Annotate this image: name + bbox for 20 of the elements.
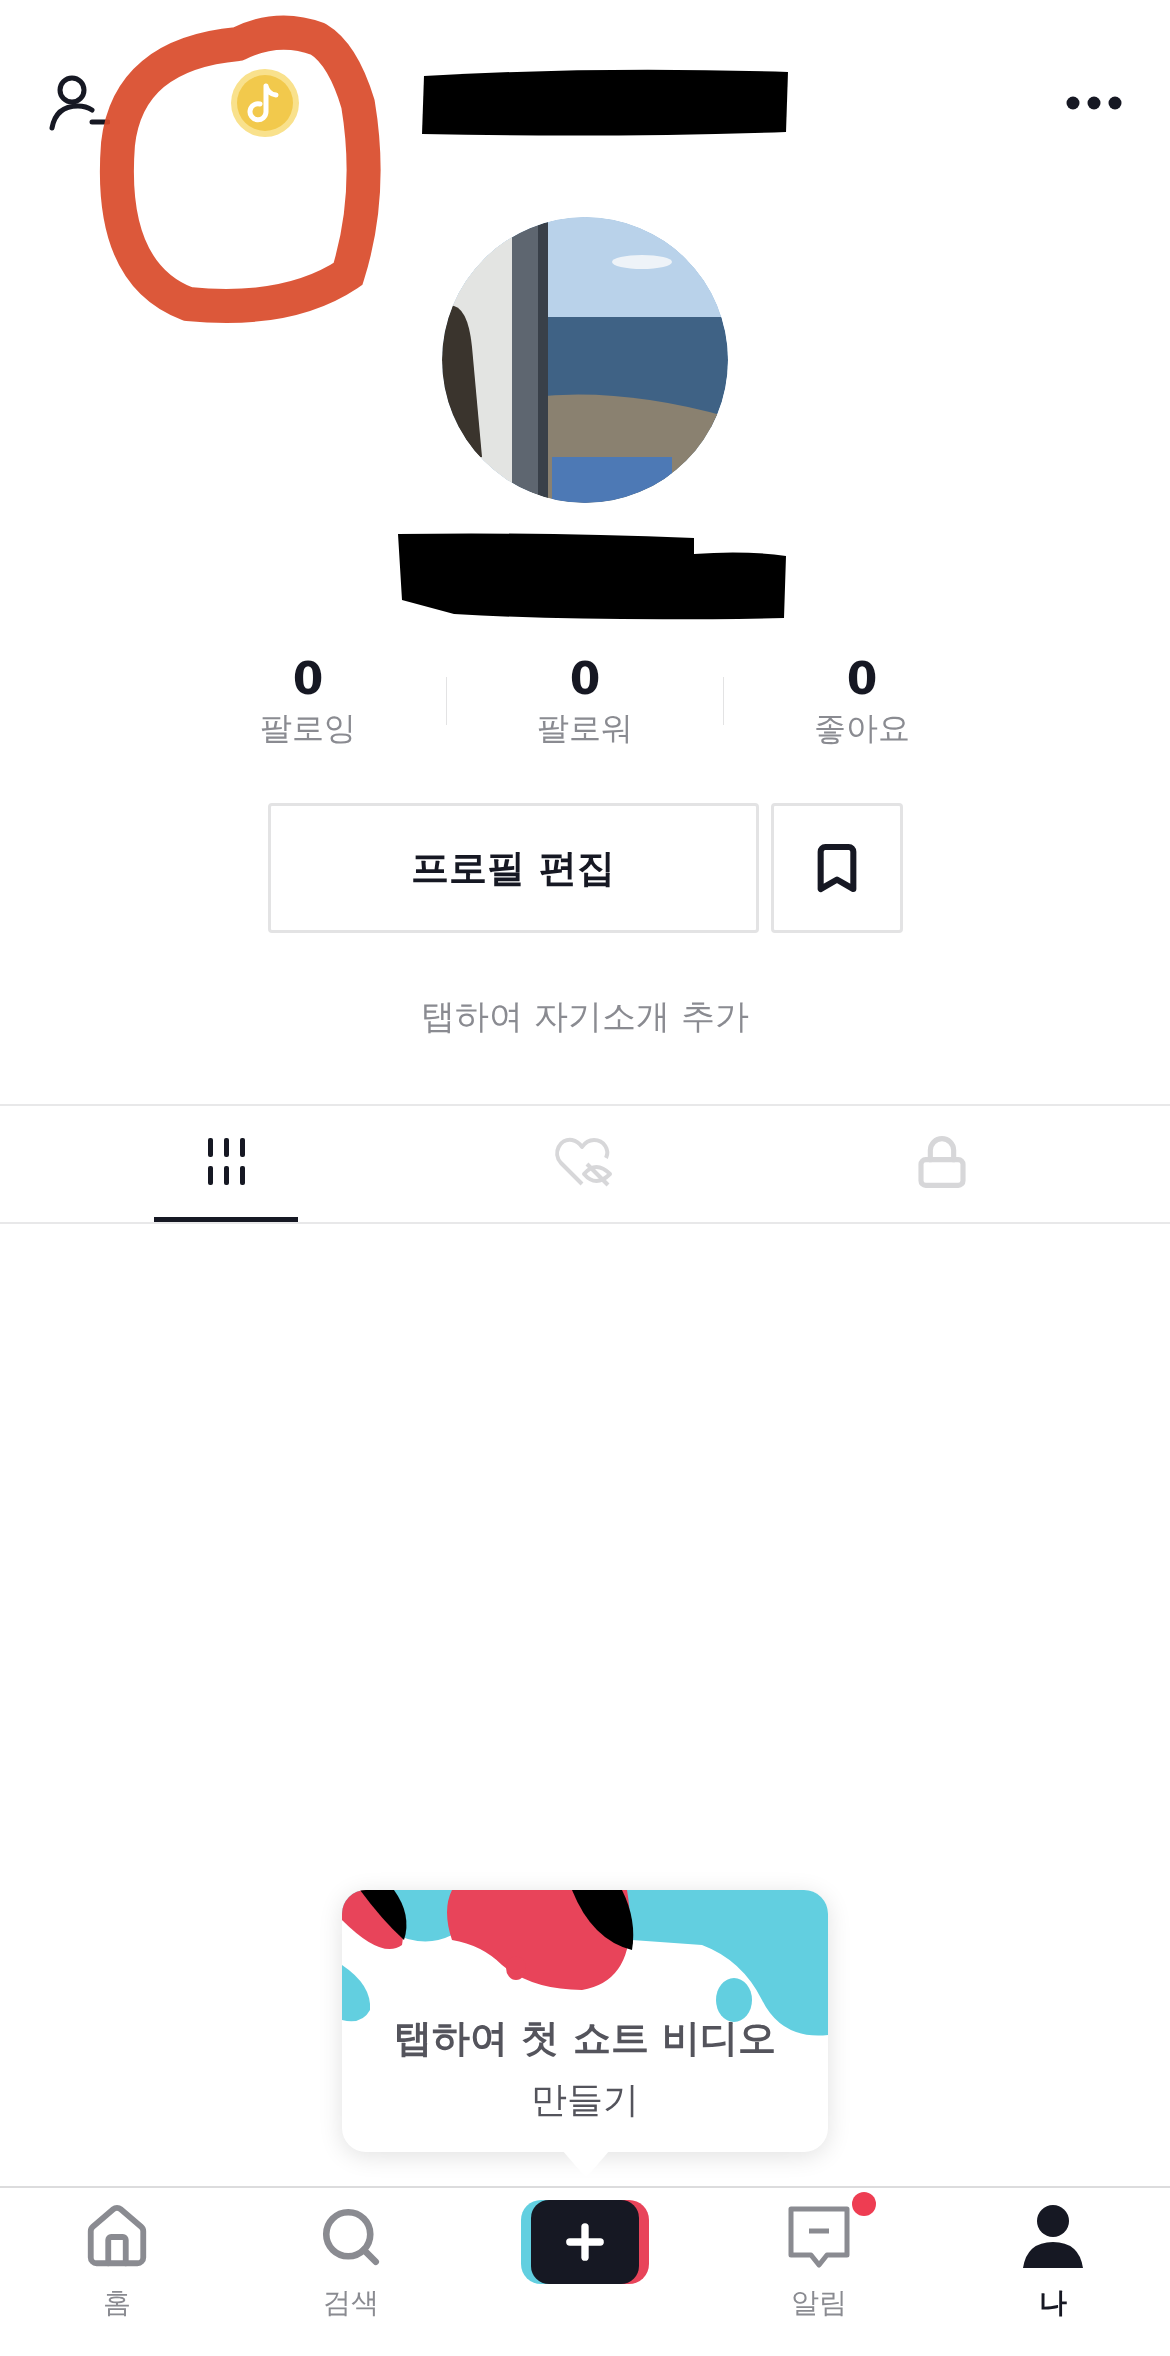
nav-item[interactable]: 검색 [234, 2190, 468, 2324]
stat-count: 0 [569, 653, 601, 705]
add-bio-link[interactable]: 탭하여 자기소개 추가 [421, 991, 749, 1042]
nav-item[interactable]: 홈 [0, 2190, 234, 2324]
message-icon [787, 2205, 851, 2269]
stat-label[interactable]: 좋아요 [814, 705, 910, 751]
bookmark-button[interactable] [770, 803, 903, 933]
create-button[interactable] [521, 2200, 649, 2284]
tooltip-subtitle: 만들기 [531, 2078, 639, 2122]
stat-label[interactable]: 팔로잉 [260, 705, 356, 751]
hidden-heart-icon [554, 1135, 614, 1188]
stat-count: 0 [846, 653, 878, 705]
nav-item[interactable]: 나 [936, 2190, 1170, 2324]
edit-profile-button[interactable]: 프로필 편집 [267, 803, 759, 933]
stat-label[interactable]: 팔로워 [537, 705, 633, 751]
stat-count: 0 [292, 653, 324, 705]
tooltip-title: 탭하여 첫 쇼트 비디오 [394, 2015, 776, 2062]
more-icon[interactable] [1066, 95, 1122, 110]
nav-item[interactable]: 알림 [702, 2190, 936, 2324]
person-icon [1021, 2204, 1085, 2270]
